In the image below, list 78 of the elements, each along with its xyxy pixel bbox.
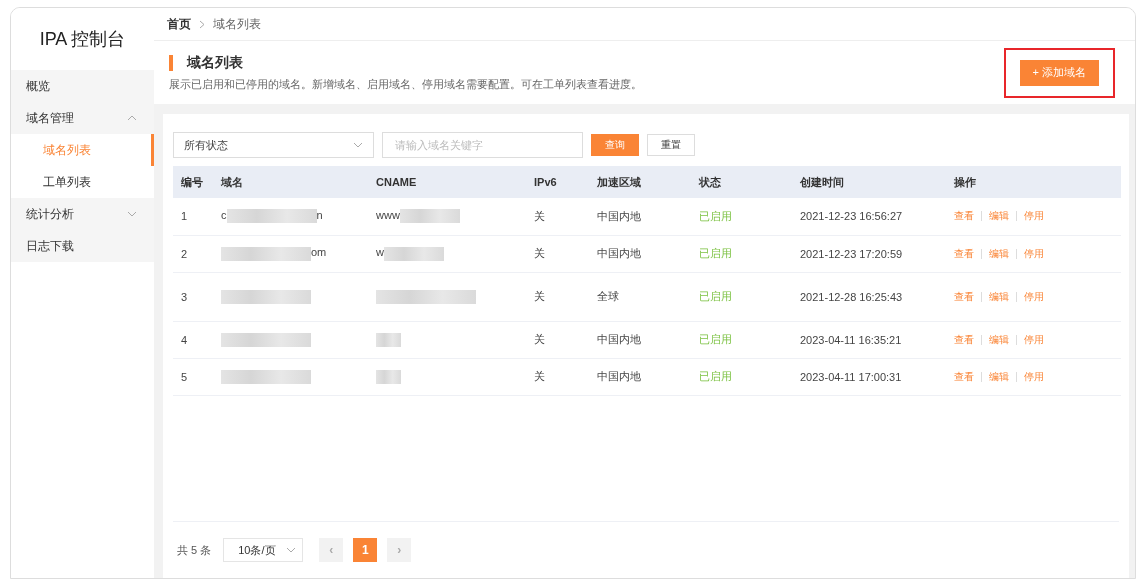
table-cell: 5 [173, 358, 213, 395]
table-cell: 关 [526, 235, 589, 272]
partial-text: om [311, 246, 327, 259]
partial-text: w [376, 246, 384, 259]
page-button[interactable]: 1 [353, 538, 378, 562]
table-cell: 关 [526, 272, 589, 321]
status-text: 已启用 [691, 358, 792, 395]
table-cell: 中国内地 [589, 198, 691, 235]
table-cell: 2021-12-23 16:56:27 [792, 198, 946, 235]
action-link[interactable]: 编辑 [989, 333, 1009, 345]
partial-text: n [316, 209, 323, 222]
sidebar-item[interactable]: 统计分析 [11, 198, 154, 230]
column-header: 状态 [691, 166, 792, 198]
action-link[interactable]: 停用 [1024, 247, 1044, 259]
column-header: CNAME [368, 166, 526, 198]
total-count: 共 5 条 [177, 542, 212, 558]
table-cell: 2023-04-11 17:00:31 [792, 358, 946, 395]
sidebar-item[interactable]: 日志下载 [11, 230, 154, 262]
table-cell: 关 [526, 358, 589, 395]
sidebar-item[interactable]: 域名管理 [11, 102, 154, 134]
column-header: 域名 [213, 166, 368, 198]
sidebar-item[interactable]: 概览 [11, 70, 154, 102]
table-cell: 2 [173, 235, 213, 272]
table-cell: 2021-12-28 16:25:43 [792, 272, 946, 321]
action-link[interactable]: 查看 [954, 290, 974, 302]
table-cell: 3 [173, 272, 213, 321]
keyword-input[interactable]: 请输入域名关键字 [382, 132, 583, 158]
action-link[interactable]: 停用 [1024, 333, 1044, 345]
table-cell: 中国内地 [589, 358, 691, 395]
action-link[interactable]: 编辑 [989, 247, 1009, 259]
table-cell: 2021-12-23 17:20:59 [792, 235, 946, 272]
table-cell: 关 [526, 198, 589, 235]
table-cell: 关 [526, 321, 589, 358]
action-link[interactable]: 查看 [954, 210, 974, 222]
add-domain-button[interactable]: + 添加域名 [1019, 59, 1099, 86]
breadcrumb-link[interactable]: 域名列表 [213, 15, 261, 33]
query-button[interactable]: 查询 [591, 134, 639, 156]
status-text: 已启用 [691, 235, 792, 272]
partial-text: c [221, 209, 227, 222]
table-cell: 1 [173, 198, 213, 235]
reset-button[interactable]: 重置 [647, 134, 695, 156]
page-description: 展示已启用和已停用的域名。新增域名、启用域名、停用域名需要配置。可在工单列表查看进度。 [169, 76, 642, 92]
chevron-down-icon [286, 547, 297, 553]
status-text: 已启用 [691, 321, 792, 358]
column-header: 操作 [946, 166, 1121, 198]
action-link[interactable]: 编辑 [989, 210, 1009, 222]
action-link[interactable]: 查看 [954, 247, 974, 259]
action-link[interactable]: 编辑 [989, 370, 1009, 382]
column-header: 创建时间 [792, 166, 946, 198]
breadcrumb-link[interactable]: 首页 [167, 15, 191, 33]
page-size-select[interactable]: 10条/页 [223, 538, 304, 562]
column-header: 编号 [173, 166, 213, 198]
status-text: 已启用 [691, 272, 792, 321]
status-select[interactable]: 所有状态 [173, 132, 374, 158]
column-header: IPv6 [526, 166, 589, 198]
partial-text: www [376, 209, 400, 222]
app-title: IPA 控制台 [38, 28, 127, 51]
chevron-down-icon [127, 211, 137, 217]
column-header: 加速区域 [589, 166, 691, 198]
action-link[interactable]: 停用 [1024, 370, 1044, 382]
title-accent-bar [169, 54, 173, 71]
action-link[interactable]: 停用 [1024, 290, 1044, 302]
next-page-button[interactable]: › [387, 538, 412, 562]
chevron-right-icon [199, 19, 205, 29]
prev-page-button[interactable]: ‹ [319, 538, 344, 562]
table-cell: 全球 [589, 272, 691, 321]
table-cell: 4 [173, 321, 213, 358]
table-cell: 中国内地 [589, 321, 691, 358]
chevron-up-icon [127, 115, 137, 121]
page-title: 域名列表 [187, 53, 243, 72]
action-link[interactable]: 停用 [1024, 210, 1044, 222]
action-link[interactable]: 查看 [954, 333, 974, 345]
action-link[interactable]: 查看 [954, 370, 974, 382]
status-text: 已启用 [691, 198, 792, 235]
chevron-down-icon [353, 142, 363, 148]
action-link[interactable]: 编辑 [989, 290, 1009, 302]
table-cell: 中国内地 [589, 235, 691, 272]
table-cell: 2023-04-11 16:35:21 [792, 321, 946, 358]
